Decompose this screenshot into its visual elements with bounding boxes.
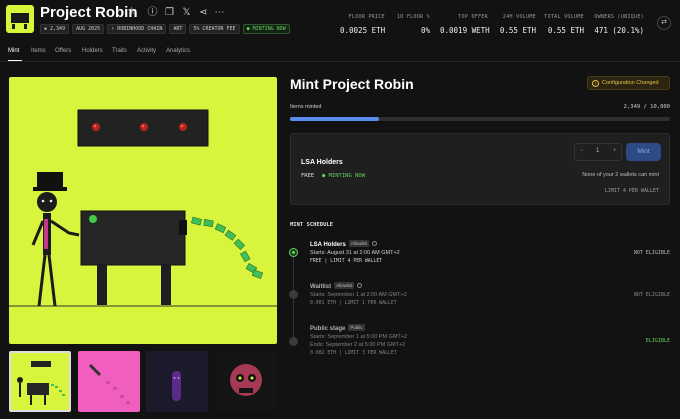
stat-total-volume: TOTAL VOLUME 0.55 ETH xyxy=(544,14,584,35)
thumbnail-1[interactable] xyxy=(9,351,71,412)
info-icon[interactable] xyxy=(357,283,363,288)
copy-icon[interactable]: ❐ xyxy=(164,7,175,18)
tab-mint[interactable]: Mint xyxy=(8,48,19,54)
schedule-stage-2-meta: 0.001 ETH | LIMIT 1 PER WALLET xyxy=(310,301,397,306)
wallet-eligibility-note: None of your 2 wallets can mint xyxy=(582,172,659,178)
config-changed-badge[interactable]: ! Configuration Changed xyxy=(587,76,670,90)
live-dot-icon: ● xyxy=(322,173,329,179)
mint-progress-bar xyxy=(290,117,670,121)
mint-progress-fill xyxy=(290,117,380,121)
wallet-icon: ⇄ xyxy=(661,19,667,26)
wallet-limit: LIMIT 4 PER WALLET xyxy=(604,188,659,194)
stat-1d-floor: 1D FLOOR % 0% xyxy=(396,14,430,35)
info-icon[interactable] xyxy=(372,241,378,246)
share-icon[interactable]: ⋖ xyxy=(198,7,209,18)
more-icon[interactable]: ⋯ xyxy=(214,7,225,18)
schedule-stage-3-start: Starts: September 1 at 5:00 PM GMT+2 xyxy=(310,334,408,340)
tab-traits[interactable]: Traits xyxy=(112,48,127,54)
items-minted-value: 2,349 / 10,000 xyxy=(623,104,670,110)
stage-name: LSA Holders xyxy=(301,159,343,166)
tab-holders[interactable]: Holders xyxy=(82,48,103,54)
collection-tabs: Mint Items Offers Holders Traits Activit… xyxy=(0,44,680,62)
items-minted-label: Items minted xyxy=(290,104,322,110)
x-twitter-icon[interactable]: 𝕏 xyxy=(181,7,192,18)
stat-floor-price: FLOOR PRICE 0.0025 ETH xyxy=(340,14,386,35)
schedule-stage-3-eligibility: ELIGIBLE xyxy=(645,338,670,344)
tab-analytics[interactable]: Analytics xyxy=(166,48,190,54)
stage-3-indicator xyxy=(289,337,298,346)
stat-top-offer: TOP OFFER 0.0019 WETH xyxy=(440,14,490,35)
schedule-stage-3-meta: 0.002 ETH | LIMIT 3 PER WALLET xyxy=(310,351,397,356)
tag-items-count: ▪ 2,349 xyxy=(40,24,70,34)
quantity-value: 1 xyxy=(596,148,600,154)
tag-category[interactable]: ART xyxy=(169,24,187,34)
thumbnail-3[interactable] xyxy=(146,351,208,412)
collection-tags: ▪ 2,349 AUG 2025 ⚡ ROBINHOOD CHAIN ART 5… xyxy=(40,24,290,34)
schedule-stage-3-name: Public stage Public xyxy=(310,324,365,332)
wallet-menu-button[interactable]: ⇄ xyxy=(657,16,671,30)
tab-activity[interactable]: Activity xyxy=(137,48,156,54)
mint-title: Mint Project Robin xyxy=(290,76,414,92)
thumbnail-4[interactable] xyxy=(215,351,277,412)
active-tab-indicator xyxy=(8,60,22,61)
stage-price: FREE xyxy=(301,173,315,179)
tab-items[interactable]: Items xyxy=(31,48,46,54)
schedule-stage-3-end: Ends: September 2 at 5:00 PM GMT+2 xyxy=(310,342,406,348)
tag-date: AUG 2025 xyxy=(72,24,105,34)
star-icon[interactable]: ☆ xyxy=(126,6,137,17)
schedule-stage-1-meta: FREE | LIMIT 4 PER WALLET xyxy=(310,259,383,264)
info-icon[interactable]: ⓘ xyxy=(147,7,158,18)
stat-24h-volume: 24H VOLUME 0.55 ETH xyxy=(499,14,536,35)
stage-2-indicator xyxy=(289,290,298,299)
mint-schedule-heading: MINT SCHEDULE xyxy=(290,222,334,228)
collection-header: Project Robin ☆ ⓘ ❐ 𝕏 ⋖ ⋯ ▪ 2,349 AUG 20… xyxy=(0,0,680,44)
schedule-stage-2-eligibility: NOT ELIGIBLE xyxy=(633,292,670,298)
collection-artwork[interactable] xyxy=(9,77,277,344)
schedule-stage-1-eligibility: NOT ELIGIBLE xyxy=(633,250,670,256)
schedule-stage-2-name: Waitlist Allowlist xyxy=(310,282,363,290)
tag-minting-now: ● MINTING NOW xyxy=(242,24,290,34)
increment-button[interactable]: + xyxy=(613,148,617,154)
tab-offers[interactable]: Offers xyxy=(55,48,71,54)
schedule-stage-1-start: Starts: August 31 at 2:00 AM GMT+2 xyxy=(310,250,400,256)
stage-1-indicator xyxy=(289,248,298,257)
schedule-stage-1-name: LSA Holders Allowlist xyxy=(310,240,378,248)
schedule-stage-2-start: Starts: September 1 at 2:00 AM GMT+2 xyxy=(310,292,407,298)
active-stage-card: LSA Holders FREE ● MINTING NOW − 1 + Min… xyxy=(290,133,670,205)
quantity-stepper[interactable]: − 1 + xyxy=(574,143,622,161)
stat-owners: OWNERS (UNIQUE) 471 (20.1%) xyxy=(594,14,644,35)
tag-creator-fee: 5% CREATOR FEE xyxy=(189,24,240,34)
thumbnail-2[interactable] xyxy=(78,351,140,412)
collection-title: Project Robin xyxy=(40,4,138,21)
warning-icon: ! xyxy=(592,80,599,87)
stage-status: ● MINTING NOW xyxy=(322,173,366,179)
decrement-button[interactable]: − xyxy=(580,148,584,154)
collection-logo[interactable] xyxy=(6,5,34,33)
tag-chain[interactable]: ⚡ ROBINHOOD CHAIN xyxy=(107,24,167,34)
mint-button[interactable]: Mint xyxy=(626,143,661,161)
